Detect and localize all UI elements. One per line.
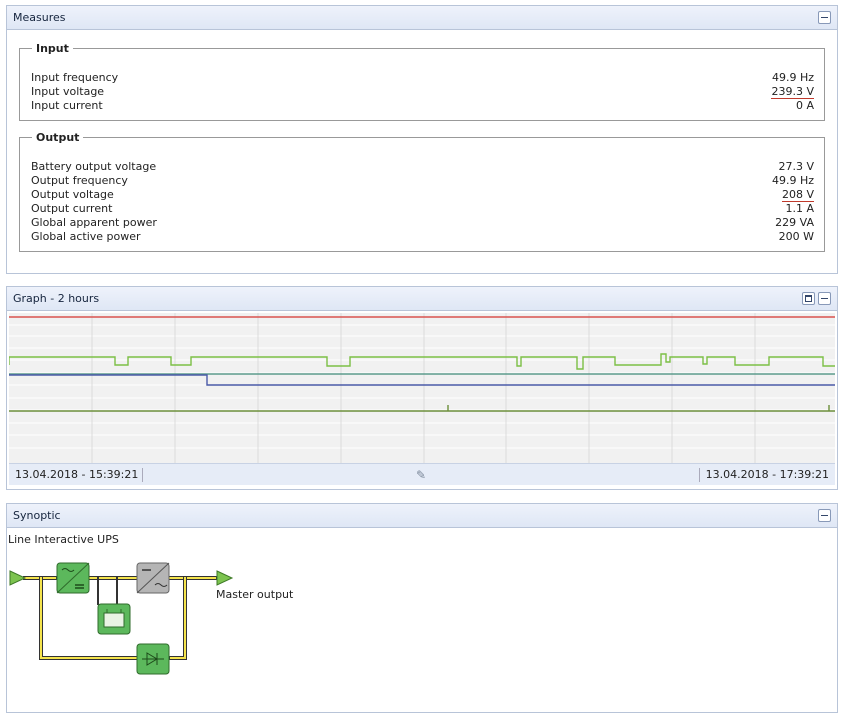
input-group: Input Input frequency 49.9 Hz Input voltag… <box>19 42 825 121</box>
series-blue-line <box>9 374 835 386</box>
separator <box>142 467 144 482</box>
output-row: Output voltage 208 V <box>31 188 814 202</box>
input-arrow-icon <box>9 570 27 586</box>
bypass-switch-icon <box>136 643 170 675</box>
measures-title: Measures <box>13 11 66 24</box>
input-row: Input current 0 A <box>31 99 814 113</box>
collapse-graph-button[interactable] <box>818 292 831 305</box>
input-row: Input frequency 49.9 Hz <box>31 71 814 85</box>
measurement-chart[interactable] <box>9 313 835 463</box>
measure-label: Global active power <box>31 230 141 243</box>
graph-end-time: 13.04.2018 - 17:39:21 <box>705 468 829 481</box>
synoptic-header: Synoptic <box>7 504 837 528</box>
battery-icon <box>97 603 131 635</box>
output-group: Output Battery output voltage 27.3 V Outpu… <box>19 131 825 252</box>
measure-label: Input voltage <box>31 85 105 98</box>
measure-value: 239.3 V <box>771 85 814 99</box>
chart-grid <box>9 324 835 449</box>
maximize-graph-button[interactable] <box>802 292 815 305</box>
output-legend: Output <box>36 131 80 144</box>
reset-zoom-icon[interactable]: ✎ <box>416 468 426 482</box>
separator <box>698 467 700 482</box>
measure-value: 208 V <box>781 188 814 202</box>
input-row: Input voltage 239.3 V <box>31 85 814 99</box>
measure-label: Output current <box>31 202 113 215</box>
series-green-line <box>9 353 835 370</box>
chart-time-bar: 13.04.2018 - 15:39:21 ✎ 13.04.2018 - 17:… <box>9 463 835 485</box>
synoptic-title: Synoptic <box>13 509 61 522</box>
measure-value: 1.1 A <box>785 202 814 215</box>
synoptic-panel: Synoptic Line Interactive UPS Master out… <box>6 503 838 713</box>
rectifier-icon <box>56 562 90 594</box>
graph-title: Graph - 2 hours <box>13 292 100 305</box>
measure-value: 200 W <box>778 230 814 243</box>
output-arrow-icon <box>216 570 234 586</box>
output-row: Global active power 200 W <box>31 230 814 244</box>
graph-panel: Graph - 2 hours 13.04.2018 - 15:39:21 ✎ <box>6 286 838 490</box>
measure-label: Global apparent power <box>31 216 157 229</box>
measure-label: Output frequency <box>31 174 128 187</box>
graph-start-time: 13.04.2018 - 15:39:21 <box>15 468 139 481</box>
measure-value: 49.9 Hz <box>771 174 814 187</box>
measure-label: Input current <box>31 99 103 112</box>
measure-label: Input frequency <box>31 71 119 84</box>
input-legend: Input <box>36 42 69 55</box>
measures-header: Measures <box>7 6 837 30</box>
collapse-measures-button[interactable] <box>818 11 831 24</box>
ups-type-label: Line Interactive UPS <box>8 533 119 546</box>
collapse-synoptic-button[interactable] <box>818 509 831 522</box>
output-row: Output current 1.1 A <box>31 202 814 216</box>
measure-value: 27.3 V <box>778 160 814 173</box>
output-row: Output frequency 49.9 Hz <box>31 174 814 188</box>
graph-header: Graph - 2 hours <box>7 287 837 311</box>
measure-value: 49.9 Hz <box>771 71 814 84</box>
inverter-icon <box>136 562 170 594</box>
output-row: Battery output voltage 27.3 V <box>31 160 814 174</box>
measure-value: 0 A <box>795 99 814 112</box>
master-output-label: Master output <box>216 588 294 601</box>
measures-panel: Measures Input Input frequency 49.9 Hz Inp… <box>6 5 838 274</box>
measure-label: Output voltage <box>31 188 114 201</box>
ups-synoptic-diagram <box>9 562 234 675</box>
measure-value: 229 VA <box>775 216 814 229</box>
output-row: Global apparent power 229 VA <box>31 216 814 230</box>
measure-label: Battery output voltage <box>31 160 157 173</box>
